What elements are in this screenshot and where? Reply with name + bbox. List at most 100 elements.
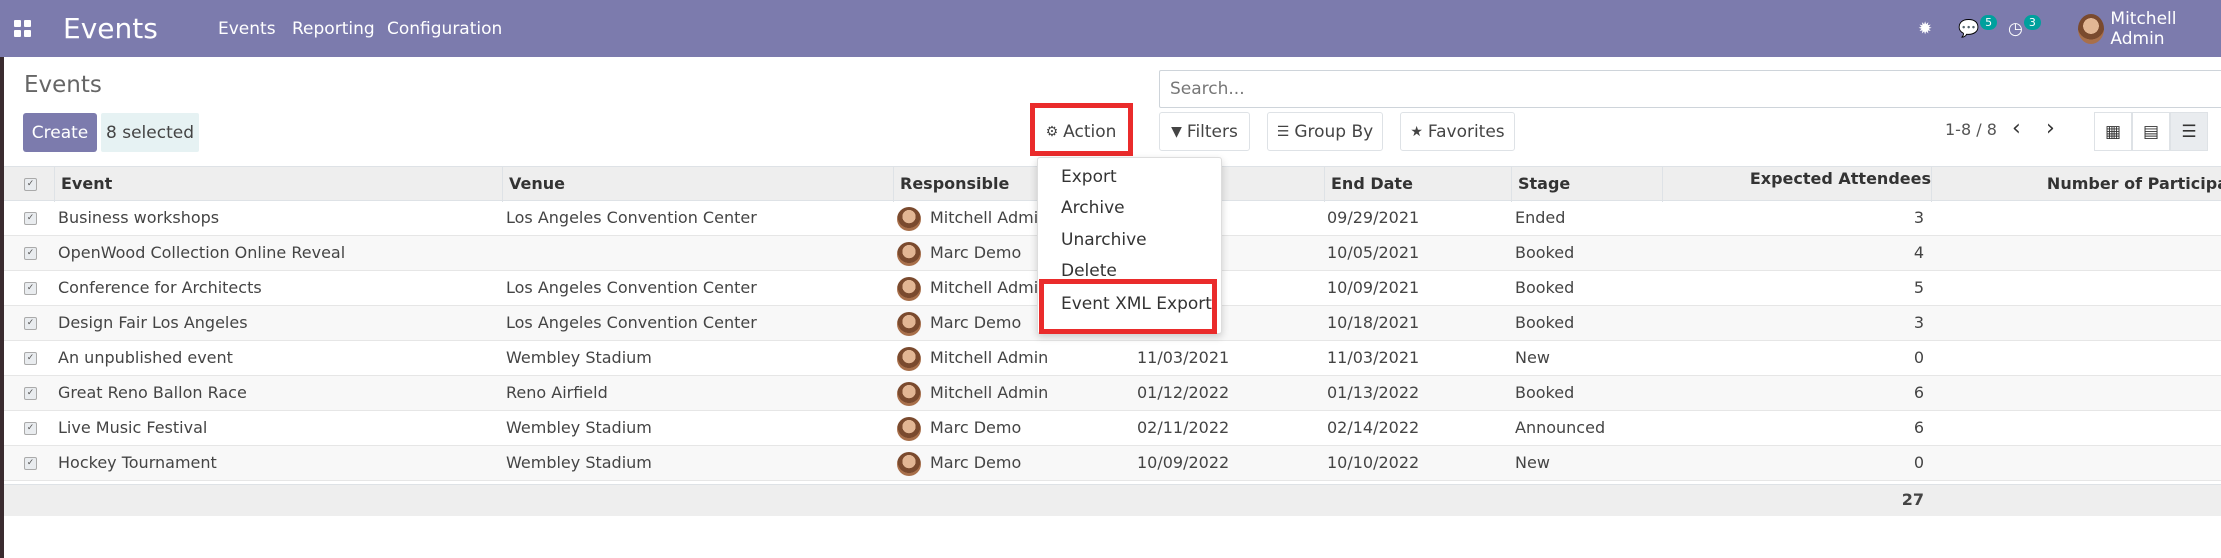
table-row[interactable]: ✓ Great Reno Ballon Race Reno Airfield Mitc…: [4, 376, 2221, 411]
cell-end-date: 10/18/2021: [1327, 313, 1420, 332]
col-event[interactable]: Event: [54, 167, 112, 202]
cell-event: Hockey Tournament: [58, 453, 217, 472]
cell-responsible: Mitchell Admin: [897, 201, 1048, 236]
favorites-button[interactable]: ★ Favorites: [1400, 112, 1515, 151]
menu-item-export[interactable]: Export: [1061, 167, 1117, 187]
cell-expected: 5: [1913, 278, 1924, 297]
favorites-label: Favorites: [1427, 121, 1505, 142]
responsible-avatar: [897, 276, 921, 301]
cell-stage: Booked: [1515, 243, 1575, 262]
cell-stage: Announced: [1515, 418, 1606, 437]
user-avatar: [2078, 13, 2105, 44]
cell-expected: 6: [1913, 383, 1924, 402]
pager-value[interactable]: 1-8 / 8: [1945, 120, 1997, 139]
cell-event: An unpublished event: [58, 348, 233, 367]
select-all-checkbox[interactable]: ✓: [24, 178, 37, 191]
group-by-button[interactable]: ☰ Group By: [1267, 112, 1383, 151]
bars-icon: ☰: [1276, 123, 1290, 140]
row-checkbox[interactable]: ✓: [24, 212, 37, 225]
table-row[interactable]: ✓ An unpublished event Wembley Stadium Mitc…: [4, 341, 2221, 376]
cell-event: Conference for Architects: [58, 278, 262, 297]
cell-end-date: 10/05/2021: [1327, 243, 1420, 262]
cell-venue: Reno Airfield: [506, 383, 608, 402]
cell-expected: 4: [1913, 243, 1924, 262]
kanban-icon: ▦: [2104, 121, 2122, 142]
filter-icon: ▼: [1171, 123, 1182, 140]
row-checkbox[interactable]: ✓: [24, 352, 37, 365]
table-row[interactable]: ✓ Hockey Tournament Wembley Stadium Marc De…: [4, 446, 2221, 481]
menu-item-delete[interactable]: Delete: [1061, 261, 1117, 281]
menu-events[interactable]: Events: [218, 0, 276, 57]
menu-item-unarchive[interactable]: Unarchive: [1061, 230, 1147, 250]
filters-button[interactable]: ▼ Filters: [1159, 112, 1250, 151]
messages-button[interactable]: 💬 5: [1958, 0, 1998, 57]
search-input[interactable]: [1159, 70, 2221, 108]
cell-responsible: Marc Demo: [897, 306, 1021, 341]
table-footer: 27: [4, 484, 2221, 516]
filters-label: Filters: [1186, 121, 1238, 142]
cell-stage: Ended: [1515, 208, 1566, 227]
responsible-avatar: [897, 416, 921, 441]
cell-start-date: 01/12/2022: [1137, 383, 1230, 402]
cell-event: OpenWood Collection Online Reveal: [58, 243, 346, 262]
responsible-avatar: [897, 241, 921, 266]
cell-end-date: 10/10/2022: [1327, 453, 1420, 472]
col-number-participants[interactable]: Number of Participa: [1931, 167, 2221, 202]
row-checkbox[interactable]: ✓: [24, 317, 37, 330]
menu-reporting[interactable]: Reporting: [292, 0, 375, 57]
create-button[interactable]: Create: [23, 113, 97, 152]
responsible-name: Mitchell Admin: [930, 348, 1049, 367]
col-expected-attendees[interactable]: Expected Attendees: [1662, 167, 1937, 202]
apps-menu-icon[interactable]: [14, 0, 34, 57]
list-icon: ☰: [2181, 121, 2197, 142]
menu-configuration[interactable]: Configuration: [387, 0, 502, 57]
row-checkbox[interactable]: ✓: [24, 387, 37, 400]
activities-button[interactable]: ◷ 3: [2008, 0, 2041, 57]
col-end-date[interactable]: End Date: [1324, 167, 1413, 202]
chevron-left-icon[interactable]: ‹: [2012, 116, 2021, 141]
cell-event: Live Music Festival: [58, 418, 208, 437]
chevron-right-icon[interactable]: ›: [2046, 116, 2055, 141]
responsible-avatar: [897, 451, 921, 476]
row-checkbox[interactable]: ✓: [24, 457, 37, 470]
cell-venue: Los Angeles Convention Center: [506, 313, 757, 332]
cell-stage: New: [1515, 453, 1550, 472]
responsible-avatar: [897, 346, 921, 371]
calendar-view-button[interactable]: ▤: [2132, 112, 2170, 151]
app-brand[interactable]: Events: [63, 0, 158, 57]
cell-venue: Wembley Stadium: [506, 348, 652, 367]
kanban-view-button[interactable]: ▦: [2094, 112, 2132, 151]
bug-icon[interactable]: ✹: [1918, 0, 1932, 57]
cell-venue: Los Angeles Convention Center: [506, 208, 757, 227]
top-navbar: Events Events Reporting Configuration ✹ …: [0, 0, 2221, 57]
clock-icon: ◷: [2008, 18, 2023, 39]
cell-responsible: Marc Demo: [897, 236, 1021, 271]
col-responsible[interactable]: Responsible: [893, 167, 1009, 202]
cell-event: Business workshops: [58, 208, 220, 227]
col-stage[interactable]: Stage: [1511, 167, 1570, 202]
cell-venue: Wembley Stadium: [506, 453, 652, 472]
cell-end-date: 01/13/2022: [1327, 383, 1420, 402]
col-venue[interactable]: Venue: [502, 167, 565, 202]
cell-responsible: Marc Demo: [897, 446, 1021, 481]
activities-badge: 3: [2023, 15, 2041, 30]
menu-item-archive[interactable]: Archive: [1061, 198, 1125, 218]
row-checkbox[interactable]: ✓: [24, 282, 37, 295]
cell-expected: 3: [1913, 313, 1924, 332]
responsible-avatar: [897, 206, 921, 231]
list-view-button[interactable]: ☰: [2170, 112, 2208, 151]
cell-stage: Booked: [1515, 383, 1575, 402]
user-name: Mitchell Admin: [2110, 8, 2177, 49]
cell-start-date: 11/03/2021: [1137, 348, 1230, 367]
user-menu[interactable]: Mitchell Admin: [2078, 0, 2221, 57]
cell-expected: 6: [1913, 418, 1924, 437]
cell-stage: New: [1515, 348, 1550, 367]
responsible-name: Marc Demo: [930, 418, 1022, 437]
table-row[interactable]: ✓ Live Music Festival Wembley Stadium Marc …: [4, 411, 2221, 446]
responsible-avatar: [897, 311, 921, 336]
group-by-label: Group By: [1294, 121, 1374, 142]
row-checkbox[interactable]: ✓: [24, 247, 37, 260]
page-title: Events: [24, 72, 102, 98]
row-checkbox[interactable]: ✓: [24, 422, 37, 435]
cell-expected: 0: [1913, 453, 1924, 472]
